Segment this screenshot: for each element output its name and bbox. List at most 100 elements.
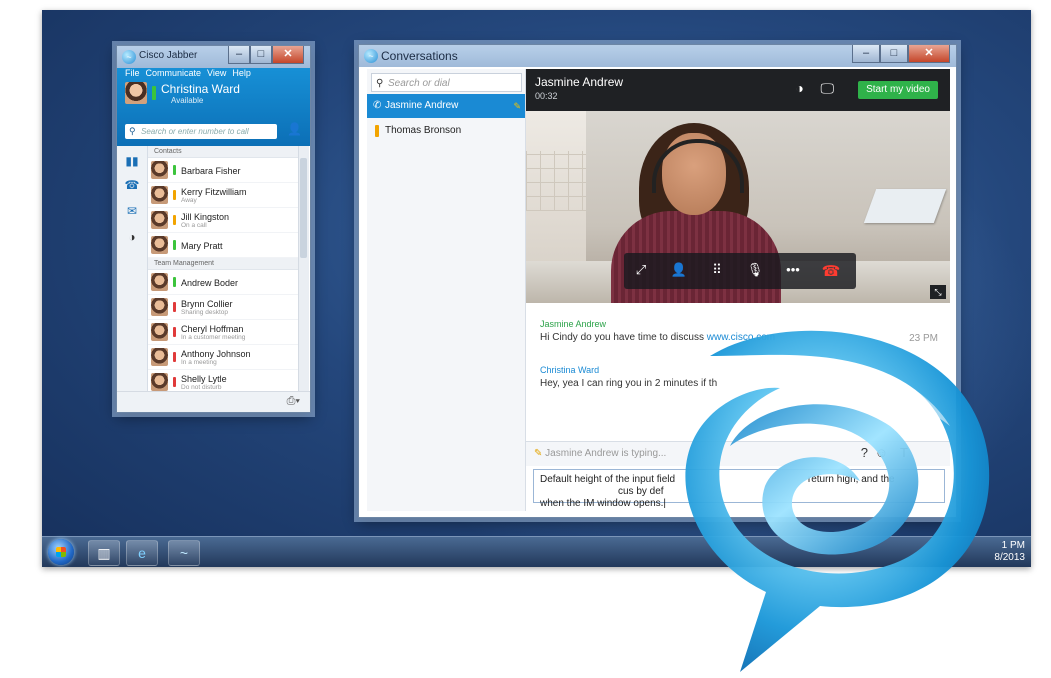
menu-view[interactable]: View [207, 68, 226, 78]
contact-status: In a meeting [181, 359, 217, 366]
presence-indicator [173, 165, 176, 175]
pop-out-video-icon[interactable]: ⤡ [930, 285, 946, 299]
contact-item[interactable]: Cheryl Hoffman In a customer meeting [148, 320, 298, 345]
start-button[interactable] [48, 539, 74, 565]
conversations-titlebar[interactable]: ~ Conversations – □ ✕ [359, 45, 956, 67]
contact-search-placeholder: Search or enter number to call [141, 127, 249, 136]
contact-name: Jill Kingston [181, 212, 230, 222]
voicemail-icon[interactable]: ✉ [124, 204, 140, 220]
contact-status: Do not disturb [181, 384, 222, 391]
jabber-window: ~ Cisco Jabber – □ ✕ File Communicate Vi… [116, 45, 311, 413]
presence-indicator [173, 190, 176, 200]
jabber-header: File Communicate View Help Christina War… [117, 68, 310, 146]
presence-indicator [173, 215, 176, 225]
maximize-button[interactable]: □ [250, 46, 272, 64]
contact-item[interactable]: Andrew Boder [148, 270, 298, 295]
keypad-icon[interactable]: ⠿ [706, 262, 728, 278]
conversation-item-label: Jasmine Andrew [385, 100, 459, 111]
contact-name: Cheryl Hoffman [181, 324, 244, 334]
presence-indicator [173, 327, 176, 337]
jabber-window-title: Cisco Jabber [139, 50, 198, 61]
conversation-search-placeholder: Search or dial [388, 78, 450, 89]
contact-name: Andrew Boder [181, 278, 239, 288]
menu-help[interactable]: Help [232, 68, 251, 78]
mute-icon[interactable]: 🎙 [744, 262, 766, 278]
file-explorer-icon[interactable]: ▥ [88, 540, 120, 566]
contact-status: In a customer meeting [181, 334, 246, 341]
start-video-button[interactable]: Start my video [858, 81, 938, 99]
participants-icon[interactable]: 👤 [668, 262, 690, 278]
scrollbar-thumb[interactable] [300, 158, 307, 258]
pencil-icon: ✎ [513, 101, 521, 111]
contact-name: Kerry Fitzwilliam [181, 187, 247, 197]
contacts-icon[interactable]: ▮▮ [124, 154, 140, 170]
video-papers [863, 189, 947, 223]
phone-icon: ✆ [373, 100, 382, 111]
conversation-list-pane: ⚲ Search or dial ✆ Jasmine Andrew ✎ Thom… [367, 69, 526, 511]
contact-name: Barbara Fisher [181, 166, 241, 176]
jabber-taskbar-icon[interactable]: ~ [168, 540, 200, 566]
contact-item[interactable]: Mary Pratt [148, 233, 298, 258]
contrast-icon[interactable]: ◑ [796, 80, 804, 96]
menu-communicate[interactable]: Communicate [146, 68, 202, 78]
maximize-button[interactable]: □ [880, 45, 908, 63]
message-input-text-1: Default height of the input field [540, 474, 676, 485]
avatar [151, 348, 168, 366]
contact-item[interactable]: Shelly Lytle Do not disturb [148, 370, 298, 392]
contact-name: Shelly Lytle [181, 374, 227, 384]
conversation-search-input[interactable]: ⚲ Search or dial [371, 73, 522, 92]
desk-phone-icon[interactable]: ⎙▾ [287, 395, 300, 408]
avatar [151, 373, 168, 391]
user-avatar[interactable] [125, 82, 147, 104]
menu-file[interactable]: File [125, 68, 140, 78]
user-status[interactable]: Available [171, 96, 203, 105]
close-button[interactable]: ✕ [908, 45, 950, 63]
contact-item[interactable]: Barbara Fisher [148, 158, 298, 183]
call-contact-name: Jasmine Andrew [535, 75, 624, 89]
conversation-item-thomas-bronson[interactable]: Thomas Bronson [367, 119, 525, 143]
presence-indicator [173, 277, 176, 287]
minimize-button[interactable]: – [228, 46, 250, 64]
contact-status: Away [181, 197, 197, 204]
contact-item[interactable]: Anthony Johnson In a meeting [148, 345, 298, 370]
contact-search-input[interactable]: ⚲ Search or enter number to call [125, 124, 277, 139]
presence-indicator [173, 352, 176, 362]
message-input-text-3: cus by def [618, 486, 664, 497]
expand-icon[interactable]: ⤢ [630, 262, 652, 278]
custom-tab-icon[interactable]: ◑ [124, 230, 140, 246]
typing-indicator-text: Jasmine Andrew is typing... [545, 448, 667, 459]
jabber-app-icon: ~ [122, 50, 136, 64]
avatar [151, 236, 168, 254]
avatar [151, 161, 168, 179]
contact-list: Contacts Barbara Fisher Kerry Fitzwilliam A… [148, 146, 298, 392]
recents-icon[interactable]: ☎ [124, 178, 140, 194]
conversation-item-jasmine-andrew[interactable]: ✆ Jasmine Andrew ✎ [367, 94, 525, 118]
close-button[interactable]: ✕ [272, 46, 304, 64]
call-duration: 00:32 [535, 91, 558, 101]
contact-item[interactable]: Kerry Fitzwilliam Away [148, 183, 298, 208]
minimize-button[interactable]: – [852, 45, 880, 63]
conversation-item-label: Thomas Bronson [385, 125, 462, 136]
avatar [151, 273, 168, 291]
share-screen-icon[interactable]: 🖵 [821, 80, 835, 97]
presence-indicator [173, 377, 176, 387]
contact-item[interactable]: Brynn Collier Sharing desktop [148, 295, 298, 320]
jabber-footer: ⎙▾ [117, 391, 310, 412]
conversations-window-title: Conversations [381, 49, 458, 63]
contact-list-scrollbar[interactable] [298, 146, 309, 392]
contact-group-header[interactable]: Contacts [148, 146, 298, 158]
call-header: Jasmine Andrew 00:32 ◑ 🖵 Start my video [526, 69, 950, 111]
search-icon: ⚲ [376, 78, 384, 89]
more-options-icon[interactable]: ••• [782, 262, 804, 277]
internet-explorer-icon[interactable]: e [126, 540, 158, 566]
jabber-titlebar[interactable]: ~ Cisco Jabber – □ ✕ [117, 46, 310, 68]
video-feed: ⤢ 👤 ⠿ 🎙 ••• ☎ ⤡ [526, 111, 950, 303]
contact-group-header[interactable]: Team Management [148, 258, 298, 270]
end-call-icon[interactable]: ☎ [820, 262, 842, 280]
contact-name: Brynn Collier [181, 299, 233, 309]
add-contact-icon[interactable]: 👤 [287, 122, 302, 136]
avatar [151, 186, 168, 204]
avatar [151, 211, 168, 229]
avatar [151, 298, 168, 316]
contact-item[interactable]: Jill Kingston On a call [148, 208, 298, 233]
